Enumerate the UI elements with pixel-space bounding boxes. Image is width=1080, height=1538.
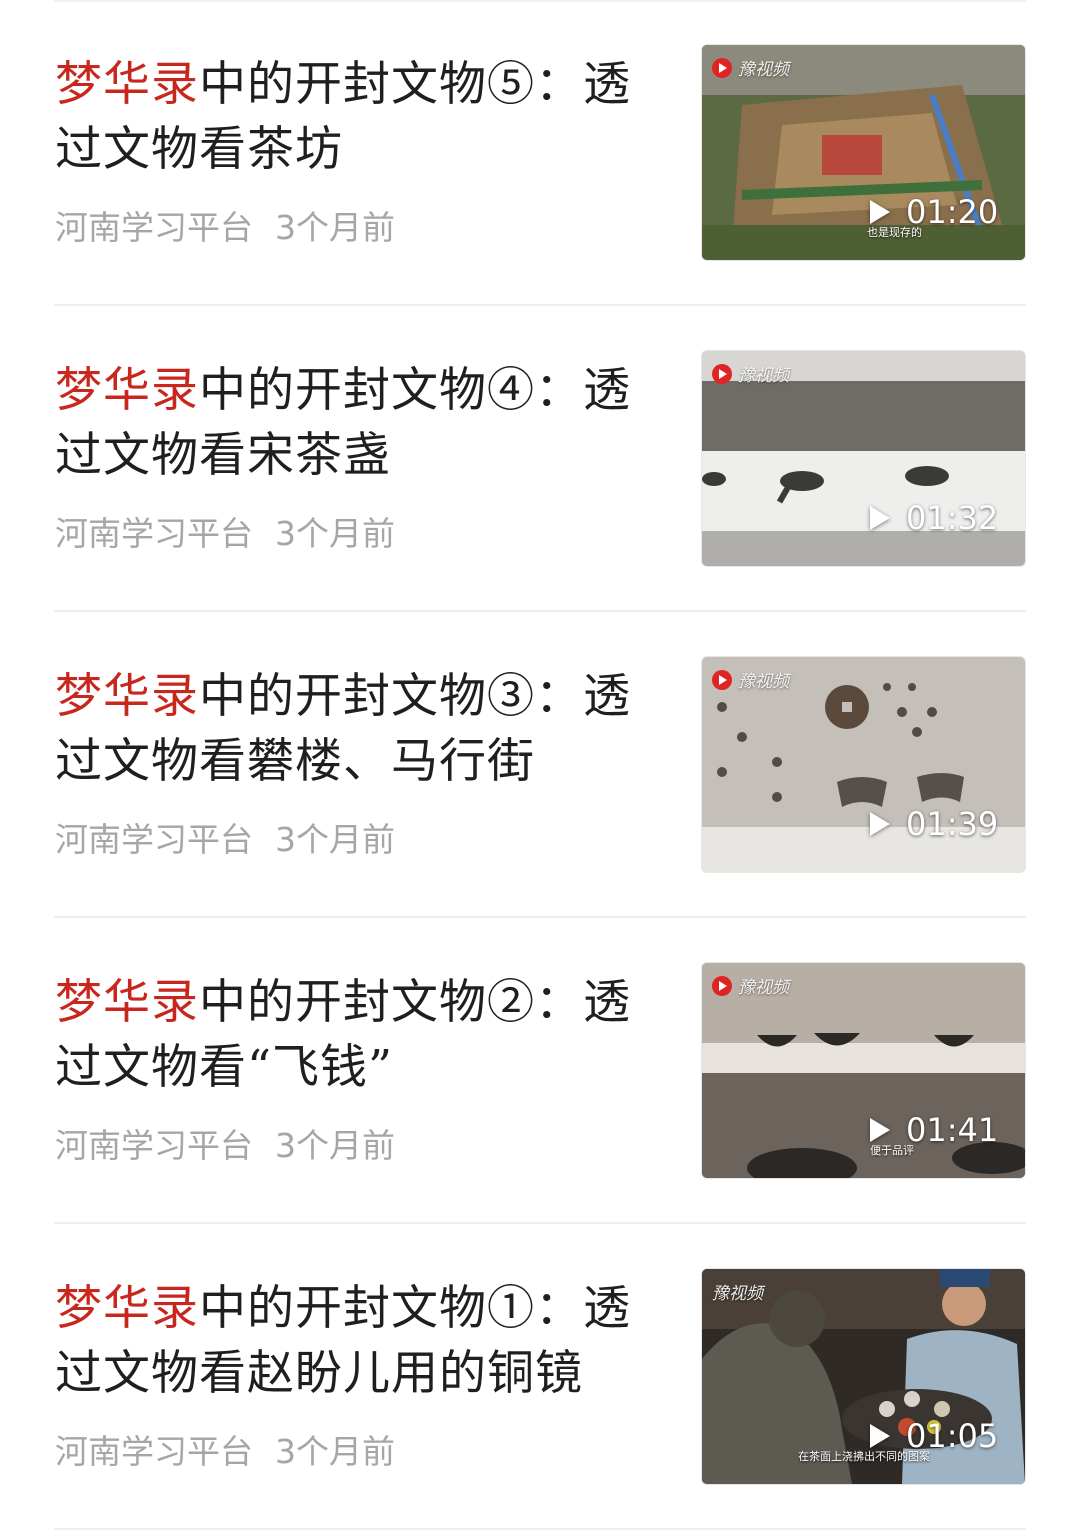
brand-logo-icon <box>712 363 732 384</box>
watermark-text: 豫视频 <box>738 366 789 386</box>
watermark: 豫视频 <box>712 1279 763 1304</box>
article-title[interactable]: 梦华录中的开封文物②：透过文物看“飞钱” <box>55 970 655 1100</box>
play-duration: 01:39 <box>870 805 998 843</box>
watermark: 豫视频 <box>712 55 789 80</box>
article-meta: 河南学习平台 3个月前 <box>55 1124 395 1168</box>
article-meta: 河南学习平台 3个月前 <box>55 206 395 250</box>
video-thumbnail[interactable]: 豫视频 01:05 在茶面上浇拂出不同的图案 <box>701 1268 1026 1485</box>
source-label: 河南学习平台 <box>55 820 253 859</box>
video-thumbnail[interactable]: 豫视频 01:39 <box>701 656 1026 873</box>
title-highlight: 梦华录 <box>55 669 199 724</box>
watermark-text: 豫视频 <box>738 60 789 80</box>
article-meta: 河南学习平台 3个月前 <box>55 512 395 556</box>
article-item[interactable]: 梦华录中的开封文物③：透过文物看礬楼、马行街 河南学习平台 3个月前 豫视频 01… <box>0 612 1080 918</box>
duration-label: 01:39 <box>906 805 999 843</box>
time-label: 3个月前 <box>275 1126 395 1165</box>
title-highlight: 梦华录 <box>55 363 199 418</box>
play-icon <box>870 200 890 224</box>
watermark: 豫视频 <box>712 361 789 386</box>
article-item[interactable]: 梦华录中的开封文物④：透过文物看宋茶盏 河南学习平台 3个月前 豫视频 01:32 <box>0 306 1080 612</box>
duration-label: 01:41 <box>906 1111 999 1149</box>
source-label: 河南学习平台 <box>55 208 253 247</box>
source-label: 河南学习平台 <box>55 514 253 553</box>
watermark-text: 豫视频 <box>738 672 789 692</box>
article-item[interactable]: 梦华录中的开封文物⑤：透过文物看茶坊 河南学习平台 3个月前 豫视频 01:20 … <box>0 0 1080 306</box>
play-icon <box>870 1118 890 1142</box>
video-subtitle: 也是现存的 <box>867 226 922 239</box>
article-item[interactable]: 梦华录中的开封文物②：透过文物看“飞钱” 河南学习平台 3个月前 豫视频 01:4… <box>0 918 1080 1224</box>
article-meta: 河南学习平台 3个月前 <box>55 1430 395 1474</box>
title-highlight: 梦华录 <box>55 1281 199 1336</box>
article-title[interactable]: 梦华录中的开封文物⑤：透过文物看茶坊 <box>55 52 655 182</box>
video-subtitle: 在茶面上浇拂出不同的图案 <box>798 1450 930 1463</box>
video-thumbnail[interactable]: 豫视频 01:41 便于品评 <box>701 962 1026 1179</box>
brand-logo-icon <box>712 669 732 690</box>
article-item[interactable]: 梦华录中的开封文物①：透过文物看赵盼儿用的铜镜 河南学习平台 3个月前 豫视频 0… <box>0 1224 1080 1530</box>
article-title[interactable]: 梦华录中的开封文物④：透过文物看宋茶盏 <box>55 358 655 488</box>
item-divider <box>54 1528 1026 1530</box>
time-label: 3个月前 <box>275 208 395 247</box>
play-icon <box>870 1424 890 1448</box>
time-label: 3个月前 <box>275 1432 395 1471</box>
brand-logo-icon <box>712 57 732 78</box>
watermark-text: 豫视频 <box>712 1284 763 1304</box>
watermark: 豫视频 <box>712 667 789 692</box>
video-subtitle: 便于品评 <box>870 1144 914 1157</box>
watermark-text: 豫视频 <box>738 978 789 998</box>
brand-logo-icon <box>712 975 732 996</box>
article-title[interactable]: 梦华录中的开封文物①：透过文物看赵盼儿用的铜镜 <box>55 1276 655 1406</box>
play-duration: 01:32 <box>870 499 998 537</box>
article-title[interactable]: 梦华录中的开封文物③：透过文物看礬楼、马行街 <box>55 664 655 794</box>
title-highlight: 梦华录 <box>55 57 199 112</box>
video-thumbnail[interactable]: 豫视频 01:32 <box>701 350 1026 567</box>
source-label: 河南学习平台 <box>55 1432 253 1471</box>
article-meta: 河南学习平台 3个月前 <box>55 818 395 862</box>
time-label: 3个月前 <box>275 820 395 859</box>
time-label: 3个月前 <box>275 514 395 553</box>
watermark: 豫视频 <box>712 973 789 998</box>
title-highlight: 梦华录 <box>55 975 199 1030</box>
video-thumbnail[interactable]: 豫视频 01:20 也是现存的 <box>701 44 1026 261</box>
play-icon <box>870 506 890 530</box>
source-label: 河南学习平台 <box>55 1126 253 1165</box>
play-icon <box>870 812 890 836</box>
duration-label: 01:32 <box>906 499 999 537</box>
